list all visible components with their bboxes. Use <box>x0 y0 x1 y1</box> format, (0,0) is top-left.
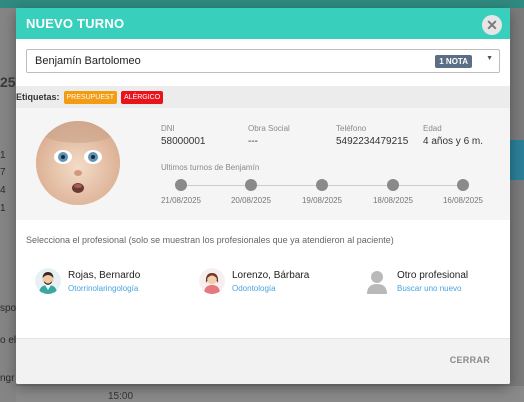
patient-select-value: Benjamín Bartolomeo <box>35 55 141 67</box>
professional-name: Otro profesional <box>397 270 469 281</box>
timeline-date: 21/08/2025 <box>160 196 202 205</box>
field-value: 4 años y 6 m. <box>423 136 484 147</box>
background-date-number: 7 <box>0 167 6 178</box>
close-icon[interactable]: ✕ <box>482 15 502 35</box>
field-value: 5492234479215 <box>336 136 409 147</box>
professional-specialty: Otorrinolaringología <box>68 284 139 293</box>
professional-name: Lorenzo, Bárbara <box>232 270 310 281</box>
background-date-number: 1 <box>0 150 6 161</box>
background-side-text: ngr <box>0 373 15 384</box>
timeline-date: 19/08/2025 <box>301 196 343 205</box>
modal-header: NUEVO TURNO <box>16 8 510 39</box>
field-obra-social: Obra Social --- <box>248 124 290 147</box>
background-time-label: 15:00 <box>108 391 134 402</box>
timeline-dot[interactable] <box>457 179 469 191</box>
background-date-number: 4 <box>0 185 6 196</box>
field-value: --- <box>248 136 258 147</box>
modal-title: NUEVO TURNO <box>26 16 125 31</box>
notes-badge[interactable]: 1 NOTA <box>435 55 472 68</box>
professional-option[interactable]: Lorenzo, Bárbara Odontología <box>199 267 349 295</box>
field-dni: DNI 58000001 <box>161 124 206 147</box>
timeline-date: 18/08/2025 <box>372 196 414 205</box>
close-button[interactable]: CERRAR <box>450 355 490 365</box>
chevron-down-icon[interactable]: ▼ <box>486 55 493 62</box>
tags-label: Etiquetas: <box>16 92 60 102</box>
timeline-dot[interactable] <box>245 179 257 191</box>
patient-card: DNI 58000001 Obra Social --- Teléfono 54… <box>16 108 510 220</box>
field-label: Edad <box>423 124 442 133</box>
background-bottom-row <box>16 386 524 402</box>
timeline-date: 20/08/2025 <box>230 196 272 205</box>
modal-footer: CERRAR <box>16 338 510 384</box>
timeline-label: Ultimos turnos de Benjamín <box>161 163 260 172</box>
field-value: 58000001 <box>161 136 206 147</box>
background-date-number: 1 <box>0 203 6 214</box>
professional-prompt: Selecciona el profesional (solo se muest… <box>26 235 394 245</box>
tags-bar: Etiquetas: PRESUPUEST ALÉRGICO <box>16 86 510 108</box>
doctor-female-avatar <box>199 268 225 294</box>
field-label: Obra Social <box>248 124 290 133</box>
baby-face-image <box>36 121 120 205</box>
background-side-text: spo <box>0 303 17 314</box>
timeline-dot[interactable] <box>316 179 328 191</box>
professional-option[interactable]: Rojas, Bernardo Otorrinolaringología <box>35 267 185 295</box>
search-new-link[interactable]: Buscar uno nuevo <box>397 284 462 293</box>
user-placeholder-icon <box>364 268 390 294</box>
field-telefono: Teléfono 5492234479215 <box>336 124 408 147</box>
background-event-block <box>510 140 524 180</box>
timeline-dot[interactable] <box>175 179 187 191</box>
patient-select[interactable]: Benjamín Bartolomeo 1 NOTA ▼ <box>26 49 500 73</box>
background-date-number: 25 <box>0 74 16 90</box>
field-label: Teléfono <box>336 124 367 133</box>
doctor-male-avatar <box>35 268 61 294</box>
background-topbar <box>0 0 524 8</box>
new-appointment-modal: NUEVO TURNO ✕ Benjamín Bartolomeo 1 NOTA… <box>16 8 510 384</box>
tag-presupuesto: PRESUPUEST <box>63 90 117 104</box>
tag-alergico: ALÉRGICO <box>120 90 164 104</box>
timeline-date: 16/08/2025 <box>442 196 484 205</box>
field-edad: Edad 4 años y 6 m. <box>423 124 483 147</box>
other-professional-option[interactable]: Otro profesional Buscar uno nuevo <box>364 267 494 295</box>
background-side-text: o el <box>0 335 17 346</box>
field-label: DNI <box>161 124 175 133</box>
timeline-dot[interactable] <box>387 179 399 191</box>
professional-name: Rojas, Bernardo <box>68 270 141 281</box>
professional-specialty: Odontología <box>232 284 276 293</box>
patient-avatar <box>36 121 120 205</box>
